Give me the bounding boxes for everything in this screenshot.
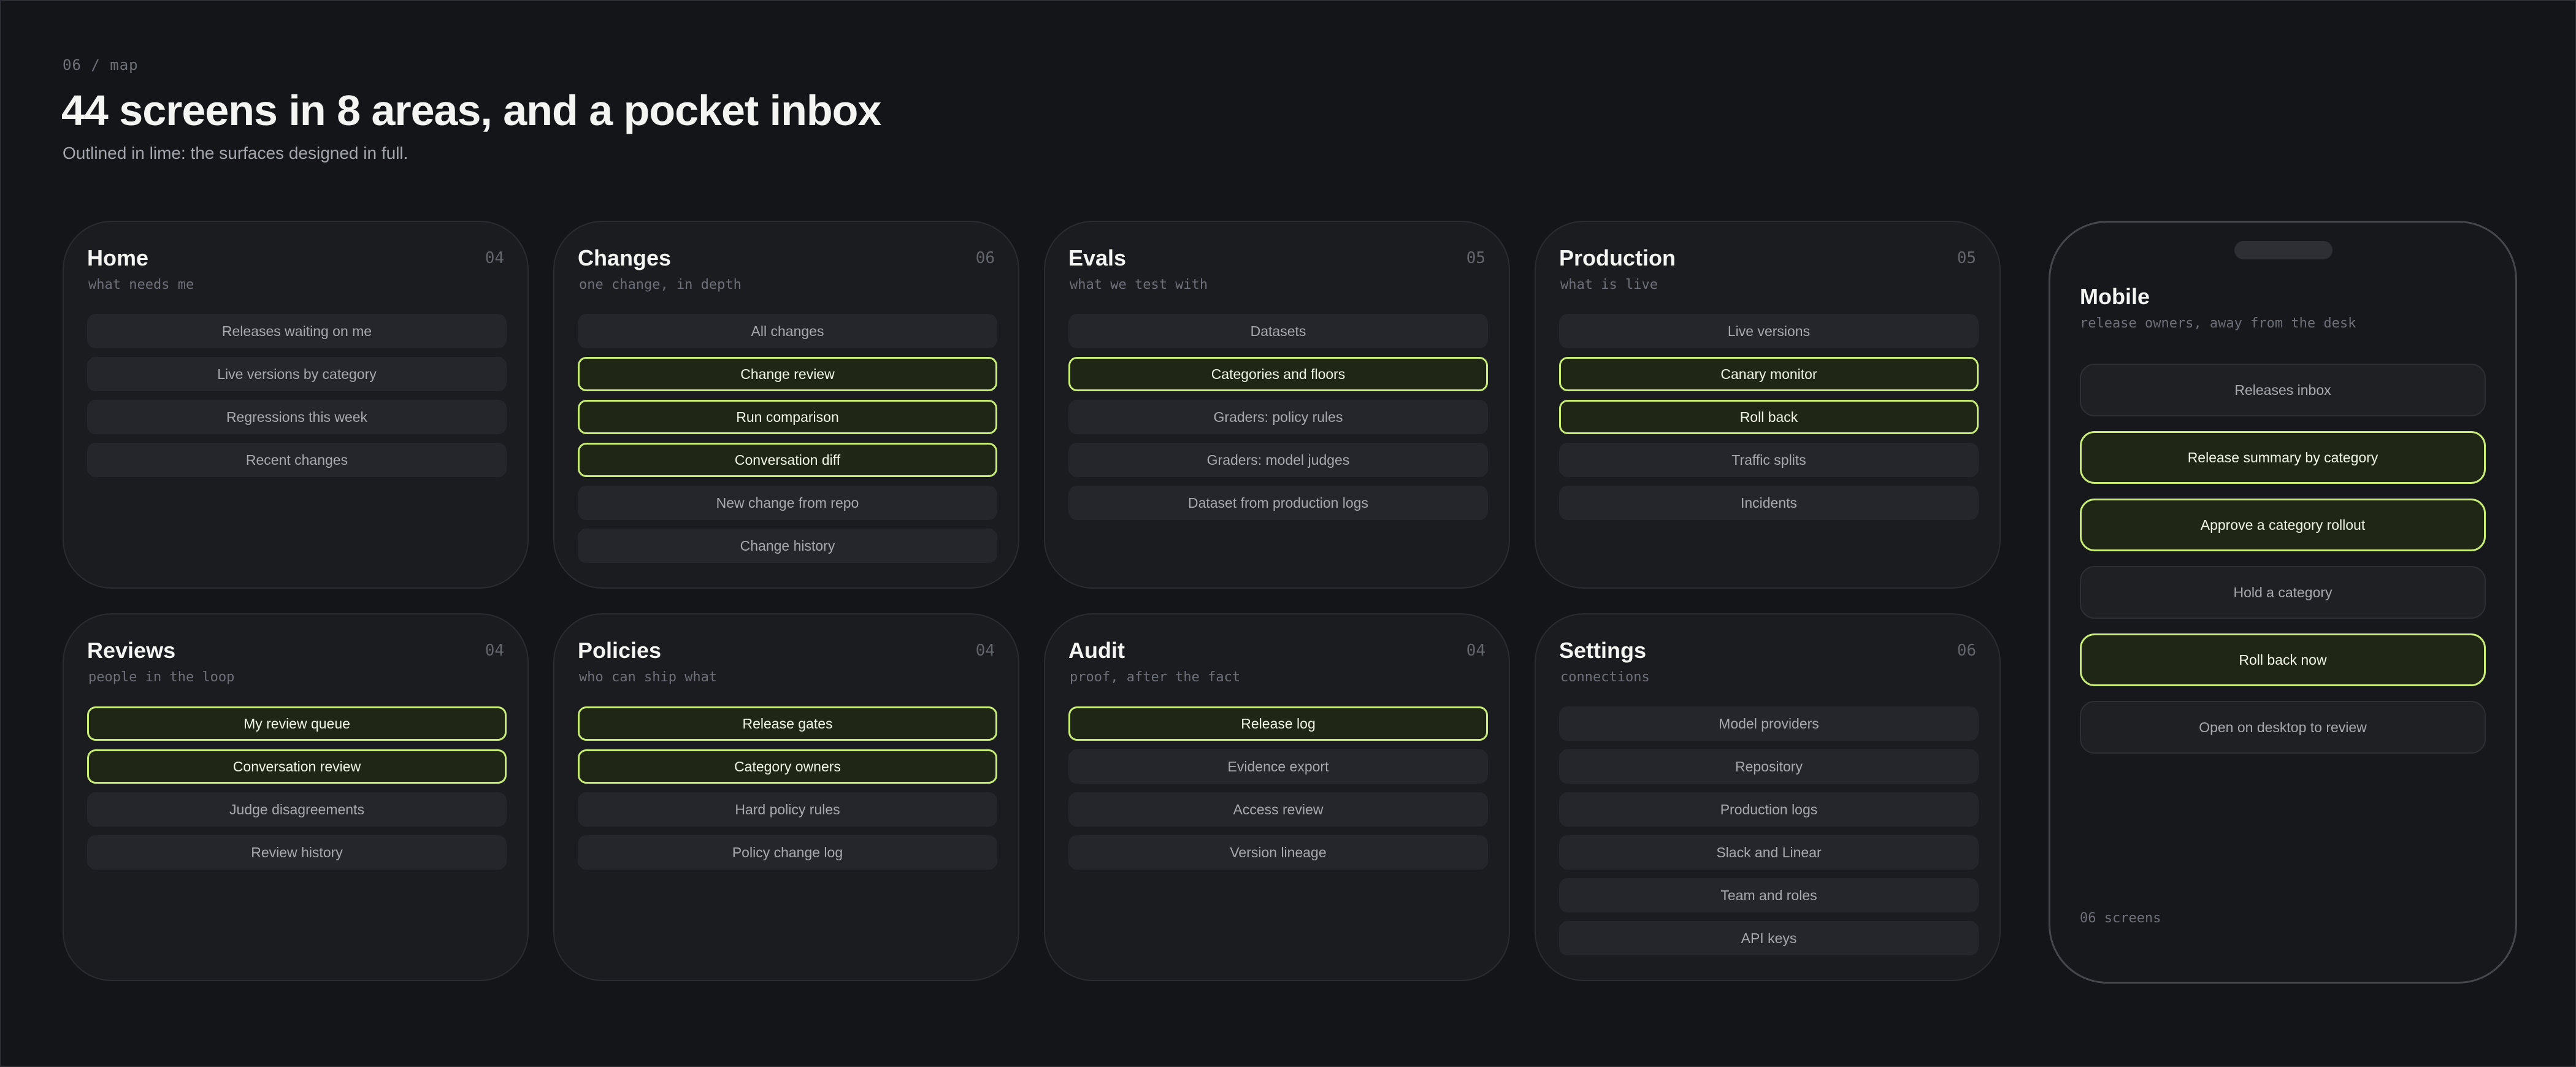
area-screen-count: 04	[485, 641, 504, 660]
area-description: who can ship what	[579, 670, 718, 685]
area-screen-list: Datasets Categories and floors Graders: po…	[1068, 314, 1488, 529]
screen-pill[interactable]: Hard policy rules	[578, 792, 997, 827]
page-subtitle: Outlined in lime: the surfaces designed …	[63, 143, 408, 163]
mobile-screen-list: Releases inbox Release summary by categor…	[2080, 364, 2486, 768]
area-description: people in the loop	[88, 670, 235, 685]
area-name: Changes	[578, 245, 672, 270]
screen-pill[interactable]: Traffic splits	[1559, 443, 1979, 477]
area-card-production: Production 05 what is live Live versions Can…	[1535, 221, 2001, 589]
area-description: what is live	[1560, 277, 1658, 293]
area-name: Policies	[578, 638, 662, 663]
screen-pill[interactable]: Regressions this week	[87, 400, 507, 434]
screen-pill[interactable]: Version lineage	[1068, 835, 1488, 870]
screen-pill[interactable]: Graders: model judges	[1068, 443, 1488, 477]
area-screen-count: 05	[1957, 249, 1976, 267]
area-card-policies: Policies 04 who can ship what Release gates…	[553, 613, 1019, 981]
screen-pill[interactable]: All changes	[578, 314, 997, 348]
screen-pill[interactable]: Incidents	[1559, 486, 1979, 520]
area-description: one change, in depth	[579, 277, 742, 293]
area-card-reviews: Reviews 04 people in the loop My review que…	[63, 613, 529, 981]
screen-pill-designed[interactable]: Release log	[1068, 706, 1488, 741]
area-description: what we test with	[1070, 277, 1208, 293]
area-name: Audit	[1068, 638, 1125, 663]
phone-notch	[2234, 241, 2333, 259]
screen-pill[interactable]: Releases waiting on me	[87, 314, 507, 348]
screen-pill[interactable]: Production logs	[1559, 792, 1979, 827]
screen-pill-designed[interactable]: Roll back	[1559, 400, 1979, 434]
area-screen-count: 04	[975, 641, 995, 660]
page-title: 44 screens in 8 areas, and a pocket inbo…	[61, 86, 881, 134]
area-screen-list: Live versions Canary monitor Roll back Traf…	[1559, 314, 1979, 529]
area-screen-count: 06	[975, 249, 995, 267]
screen-pill-designed[interactable]: Release gates	[578, 706, 997, 741]
area-card-home: Home 04 what needs me Releases waiting on m…	[63, 221, 529, 589]
area-card-audit: Audit 04 proof, after the fact Release log E…	[1044, 613, 1510, 981]
screen-pill[interactable]: Repository	[1559, 749, 1979, 784]
screen-pill[interactable]: API keys	[1559, 921, 1979, 955]
area-card-evals: Evals 05 what we test with Datasets Categori…	[1044, 221, 1510, 589]
area-card-settings: Settings 06 connections Model providers Repo…	[1535, 613, 2001, 981]
screen-pill[interactable]: Review history	[87, 835, 507, 870]
area-screen-count: 04	[1466, 641, 1485, 660]
area-screen-count: 05	[1466, 249, 1485, 267]
mobile-screen-count: 06 screens	[2080, 911, 2161, 926]
mobile-screen-designed[interactable]: Release summary by category	[2080, 431, 2486, 484]
screen-pill-designed[interactable]: Conversation diff	[578, 443, 997, 477]
screen-pill-designed[interactable]: Canary monitor	[1559, 357, 1979, 391]
mobile-phone-card: Mobile release owners, away from the des…	[2049, 221, 2517, 984]
mobile-screen-designed[interactable]: Roll back now	[2080, 633, 2486, 686]
mobile-screen[interactable]: Releases inbox	[2080, 364, 2486, 416]
screen-pill[interactable]: Live versions by category	[87, 357, 507, 391]
area-screen-list: Release log Evidence export Access review V…	[1068, 706, 1488, 878]
screen-pill-designed[interactable]: Categories and floors	[1068, 357, 1488, 391]
screen-pill-designed[interactable]: Category owners	[578, 749, 997, 784]
area-name: Settings	[1559, 638, 1647, 663]
screen-pill-designed[interactable]: My review queue	[87, 706, 507, 741]
screen-pill-designed[interactable]: Run comparison	[578, 400, 997, 434]
section-eyebrow: 06 / map	[63, 56, 139, 74]
area-description: proof, after the fact	[1070, 670, 1241, 685]
screen-pill[interactable]: Graders: policy rules	[1068, 400, 1488, 434]
area-screen-count: 04	[485, 249, 504, 267]
screen-pill[interactable]: Evidence export	[1068, 749, 1488, 784]
area-name: Evals	[1068, 245, 1127, 270]
area-name: Home	[87, 245, 149, 270]
screen-pill[interactable]: Policy change log	[578, 835, 997, 870]
area-screen-list: My review queue Conversation review Judge …	[87, 706, 507, 878]
area-description: connections	[1560, 670, 1650, 685]
mobile-screen-designed[interactable]: Approve a category rollout	[2080, 499, 2486, 551]
map-frame: 06 / map 44 screens in 8 areas, and a po…	[0, 0, 2576, 1067]
area-screen-count: 06	[1957, 641, 1976, 660]
mobile-screen[interactable]: Hold a category	[2080, 566, 2486, 619]
mobile-area-name: Mobile	[2080, 284, 2150, 309]
screen-pill[interactable]: Dataset from production logs	[1068, 486, 1488, 520]
area-screen-list: Release gates Category owners Hard policy …	[578, 706, 997, 878]
screen-pill[interactable]: Live versions	[1559, 314, 1979, 348]
screen-pill-designed[interactable]: Conversation review	[87, 749, 507, 784]
screen-pill[interactable]: Recent changes	[87, 443, 507, 477]
area-description: what needs me	[88, 277, 194, 293]
screen-pill[interactable]: Change history	[578, 529, 997, 563]
area-screen-list: All changes Change review Run comparison Co…	[578, 314, 997, 572]
area-name: Reviews	[87, 638, 176, 663]
mobile-screen[interactable]: Open on desktop to review	[2080, 701, 2486, 754]
screen-pill[interactable]: Model providers	[1559, 706, 1979, 741]
area-screen-list: Releases waiting on me Live versions by c…	[87, 314, 507, 486]
screen-pill-designed[interactable]: Change review	[578, 357, 997, 391]
screen-pill[interactable]: Team and roles	[1559, 878, 1979, 912]
screen-pill[interactable]: Judge disagreements	[87, 792, 507, 827]
screen-pill[interactable]: New change from repo	[578, 486, 997, 520]
area-screen-list: Model providers Repository Production logs…	[1559, 706, 1979, 964]
area-name: Production	[1559, 245, 1676, 270]
mobile-area-desc: release owners, away from the desk	[2080, 316, 2356, 331]
area-card-changes: Changes 06 one change, in depth All changes…	[553, 221, 1019, 589]
screen-pill[interactable]: Datasets	[1068, 314, 1488, 348]
screen-pill[interactable]: Access review	[1068, 792, 1488, 827]
screen-pill[interactable]: Slack and Linear	[1559, 835, 1979, 870]
